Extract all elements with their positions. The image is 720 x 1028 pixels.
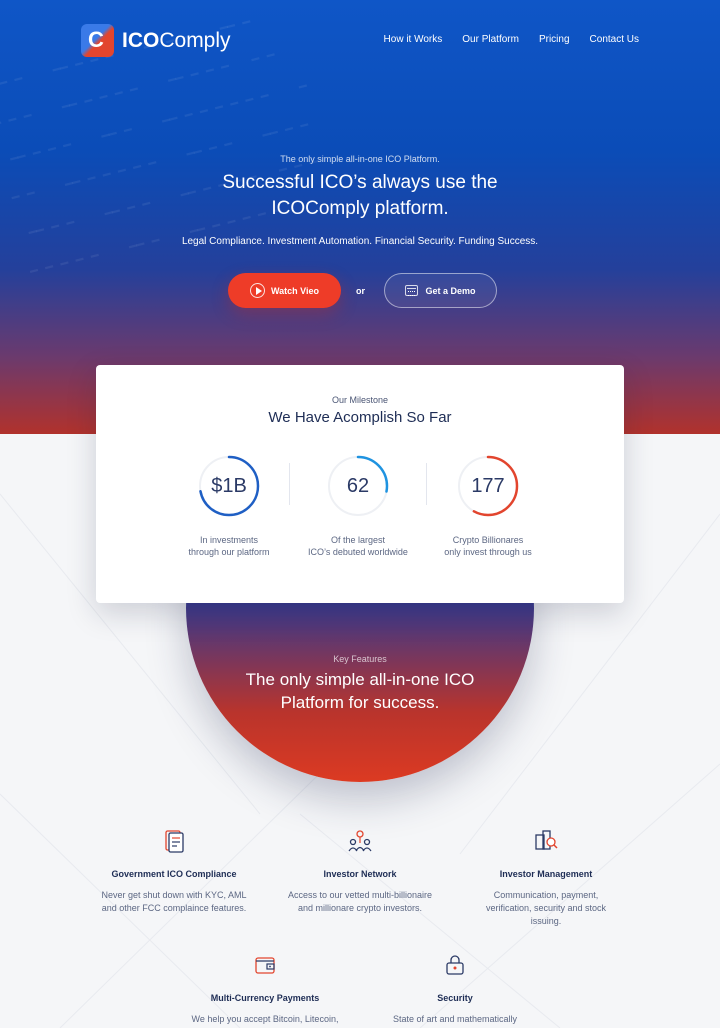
stat-ring: 177 [457,455,519,517]
or-separator: or [356,285,365,296]
brand-name-light: Comply [159,29,231,52]
feature-desc: Access to our vetted multi-billionaire a… [287,890,433,913]
nav-pricing[interactable]: Pricing [539,34,570,45]
management-icon [534,829,558,853]
stat-ring: 62 [327,455,389,517]
play-icon [249,283,265,298]
hero-subtitle: Legal Compliance. Investment Automation.… [181,236,539,247]
stat-investments: $1B In investments through our platform [159,455,299,558]
stat-label-line2: ICO’s debuted worldwide [308,547,408,557]
hero-title: Successful ICO’s always use the ICOCompl… [222,172,498,219]
document-icon [162,829,186,853]
get-demo-button[interactable]: Get a Demo [384,273,497,308]
stat-label-line2: only invest through us [444,547,532,557]
stat-icos: 62 Of the largest ICO’s debuted worldwid… [288,455,428,558]
feature-title: Government ICO Compliance [111,869,237,879]
stat-label-line1: In investments [199,535,259,545]
stat-value: $1B [211,475,247,497]
lock-icon [443,953,467,977]
feature-desc: We help you accept Bitcoin, Litecoin, [191,1014,339,1024]
brand-name-bold: ICO [122,29,160,52]
stat-value: 177 [471,475,505,497]
feature-investor-network: Investor Network Access to our vetted mu… [285,829,435,915]
stat-billionares: 177 Crypto Billionares only invest throu… [418,455,558,558]
stat-value: 62 [346,475,370,497]
wallet-icon [253,953,277,977]
stat-label: In investments through our platform [159,534,299,558]
watch-video-button[interactable]: Watch Vieo [228,273,341,308]
stat-ring: $1B [198,455,260,517]
key-features-eyebrow: Key Features [333,654,387,664]
feature-title: Security [437,993,473,1003]
milestone-card: Our Milestone We Have Acomplish So Far $… [96,365,624,603]
feature-desc: Never get shut down with KYC, AML and ot… [101,890,247,913]
nav-how-it-works[interactable]: How it Works [384,34,443,45]
watch-video-label: Watch Vieo [270,285,319,296]
nav-our-platform[interactable]: Our Platform [462,34,519,45]
hero-cta-group: Watch Vieo or Get a Demo [228,273,497,308]
feature-title: Investor Network [323,869,397,879]
feature-desc: State of art and mathematically [392,1014,518,1024]
feature-multi-currency-payments: Multi-Currency Payments We help you acce… [190,953,340,1026]
hero-eyebrow: The only simple all-in-one ICO Platform. [280,154,440,164]
milestone-eyebrow: Our Milestone [331,395,389,405]
feature-title: Investor Management [499,869,593,879]
stat-label-line2: through our platform [188,547,270,557]
nav-contact-us[interactable]: Contact Us [590,34,639,45]
stat-label: Of the largest ICO’s debuted worldwide [288,534,428,558]
network-icon [348,829,372,853]
logo-mark-icon: C [81,24,114,57]
logo-letter: C [88,27,104,52]
stat-label: Crypto Billionares only invest through u… [418,534,558,558]
stat-label-line1: Of the largest [330,535,386,545]
key-features-title: The only simple all-in-one ICO Platform … [245,670,475,712]
get-demo-label: Get a Demo [425,285,476,296]
calendar-icon [405,285,419,296]
nav-links: How it Works Our Platform Pricing Contac… [384,34,639,45]
milestone-title: We Have Acomplish So Far [268,409,452,426]
stat-label-line1: Crypto Billionares [452,535,524,545]
feature-investor-management: Investor Management Communication, payme… [471,829,621,928]
feature-desc: Communication, payment, verification, se… [485,890,607,926]
brand-logo[interactable]: C ICOComply [81,24,231,57]
feature-security: Security State of art and mathematically [380,953,530,1026]
feature-title: Multi-Currency Payments [210,993,320,1003]
feature-government-compliance: Government ICO Compliance Never get shut… [99,829,249,915]
brand-name: ICOComply [122,24,231,57]
top-nav: C ICOComply How it Works Our Platform Pr… [0,0,720,84]
